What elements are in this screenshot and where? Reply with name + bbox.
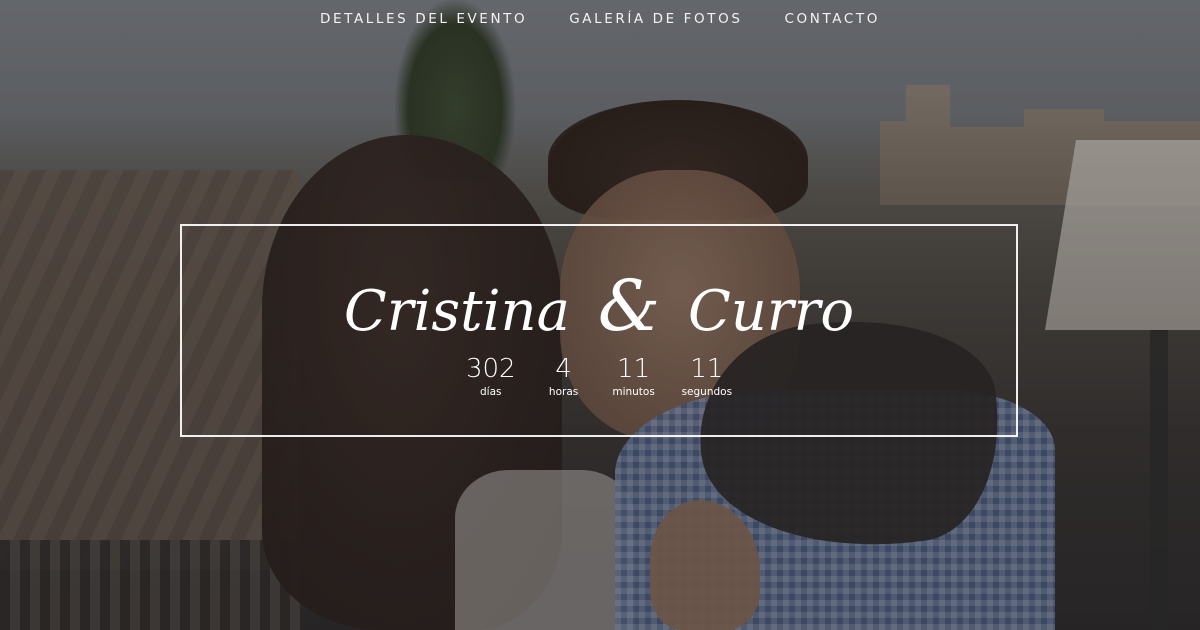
name-left: Cristina (343, 279, 571, 344)
countdown-days-value: 302 (465, 354, 516, 384)
countdown-seconds: 11 segundos (682, 354, 732, 398)
countdown-hours-label: horas (548, 386, 579, 398)
nav-link-photo-gallery[interactable]: GALERÍA DE FOTOS (569, 11, 742, 27)
hero-section: DETALLES DEL EVENTO GALERÍA DE FOTOS CON… (0, 0, 1200, 630)
countdown-seconds-label: segundos (681, 386, 733, 398)
countdown-days: 302 días (466, 354, 516, 398)
top-nav: DETALLES DEL EVENTO GALERÍA DE FOTOS CON… (0, 11, 1200, 27)
countdown: 302 días 4 horas 11 minutos 11 segundos (182, 354, 1016, 398)
countdown-seconds-value: 11 (690, 354, 724, 384)
nav-link-event-details[interactable]: DETALLES DEL EVENTO (320, 11, 527, 27)
countdown-days-label: días (480, 386, 502, 398)
nav-link-contact[interactable]: CONTACTO (785, 11, 880, 27)
couple-names: Cristina & Curro (182, 271, 1016, 344)
countdown-minutes-value: 11 (617, 354, 651, 384)
countdown-hours-value: 4 (555, 354, 572, 384)
name-right: Curro (687, 279, 855, 344)
ampersand: & (597, 265, 661, 347)
countdown-minutes-label: minutos (612, 386, 655, 398)
countdown-hours: 4 horas (542, 354, 586, 398)
countdown-minutes: 11 minutos (612, 354, 656, 398)
title-frame: Cristina & Curro 302 días 4 horas 11 min… (180, 224, 1018, 437)
